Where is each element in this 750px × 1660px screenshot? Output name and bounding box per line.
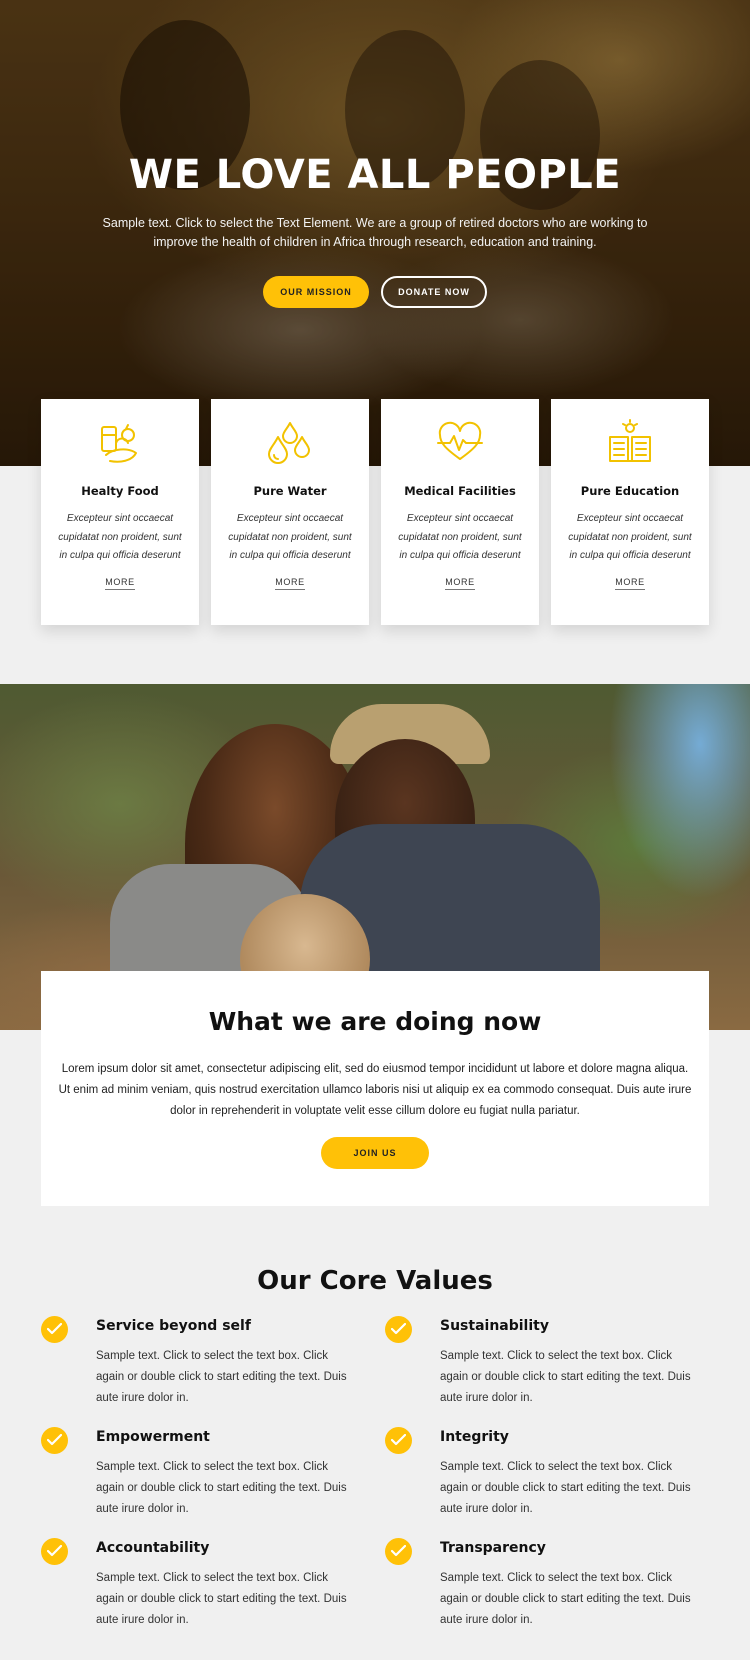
value-title: Service beyond self <box>96 1318 251 1334</box>
section-title: What we are doing now <box>208 1007 542 1036</box>
check-icon <box>41 1538 68 1565</box>
card-title: Healty Food <box>81 484 159 498</box>
more-link[interactable]: MORE <box>211 577 369 590</box>
feature-card-healty-food: Healty Food Excepteur sint occaecat cupi… <box>41 399 199 625</box>
hero-section: WE LOVE ALL PEOPLE Sample text. Click to… <box>0 0 750 466</box>
value-item: Accountability Sample text. Click to sel… <box>41 1538 371 1638</box>
check-icon <box>41 1316 68 1343</box>
value-item: Sustainability Sample text. Click to sel… <box>385 1316 715 1416</box>
card-description: Excepteur sint occaecat cupidatat non pr… <box>568 513 692 561</box>
card-title: Medical Facilities <box>404 484 516 498</box>
value-title: Accountability <box>96 1540 210 1556</box>
value-item: Transparency Sample text. Click to selec… <box>385 1538 715 1638</box>
check-icon <box>41 1427 68 1454</box>
value-title: Sustainability <box>440 1318 549 1334</box>
core-values-title: Our Core Values <box>257 1266 493 1296</box>
check-icon <box>385 1538 412 1565</box>
what-we-are-doing-section: What we are doing now Lorem ipsum dolor … <box>41 971 709 1206</box>
value-item: Service beyond self Sample text. Click t… <box>41 1316 371 1416</box>
value-text: Sample text. Click to select the text bo… <box>440 1461 691 1515</box>
value-title: Integrity <box>440 1429 509 1445</box>
value-text: Sample text. Click to select the text bo… <box>96 1350 347 1404</box>
card-description: Excepteur sint occaecat cupidatat non pr… <box>58 513 182 561</box>
check-icon <box>385 1316 412 1343</box>
card-title: Pure Water <box>253 484 327 498</box>
section-text: Lorem ipsum dolor sit amet, consectetur … <box>58 1063 692 1117</box>
more-link[interactable]: MORE <box>381 577 539 590</box>
water-drops-icon <box>268 422 310 464</box>
hero-title: WE LOVE ALL PEOPLE <box>128 152 622 198</box>
feature-card-pure-education: Pure Education Excepteur sint occaecat c… <box>551 399 709 625</box>
value-text: Sample text. Click to select the text bo… <box>440 1350 691 1404</box>
card-description: Excepteur sint occaecat cupidatat non pr… <box>398 513 522 561</box>
food-basket-icon <box>101 424 137 463</box>
feature-card-pure-water: Pure Water Excepteur sint occaecat cupid… <box>211 399 369 625</box>
value-item: Integrity Sample text. Click to select t… <box>385 1427 715 1527</box>
our-mission-button[interactable]: OUR MISSION <box>263 276 369 308</box>
value-item: Empowerment Sample text. Click to select… <box>41 1427 371 1527</box>
value-title: Transparency <box>440 1540 546 1556</box>
check-icon <box>385 1427 412 1454</box>
more-link[interactable]: MORE <box>551 577 709 590</box>
value-text: Sample text. Click to select the text bo… <box>96 1461 347 1515</box>
donate-now-button[interactable]: DONATE NOW <box>381 276 487 308</box>
card-description: Excepteur sint occaecat cupidatat non pr… <box>228 513 352 561</box>
heartbeat-icon <box>437 421 483 460</box>
value-title: Empowerment <box>96 1429 210 1445</box>
hero-text: Sample text. Click to select the Text El… <box>102 216 648 249</box>
value-text: Sample text. Click to select the text bo… <box>96 1572 347 1626</box>
open-book-icon <box>609 419 651 462</box>
more-link[interactable]: MORE <box>41 577 199 590</box>
card-title: Pure Education <box>580 484 680 498</box>
feature-card-medical-facilities: Medical Facilities Excepteur sint occaec… <box>381 399 539 625</box>
value-text: Sample text. Click to select the text bo… <box>440 1572 691 1626</box>
join-us-button[interactable]: JOIN US <box>321 1137 429 1169</box>
